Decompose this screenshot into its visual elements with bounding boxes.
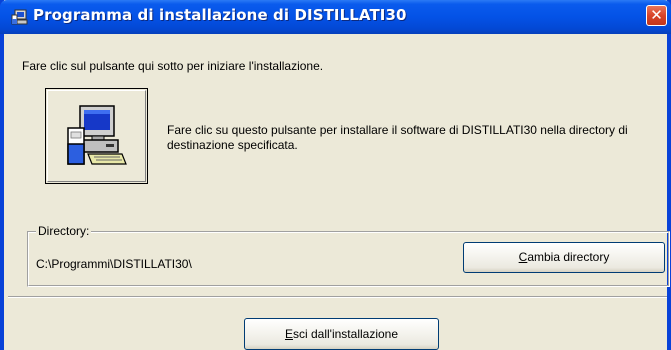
change-directory-mnemonic: C [518,250,528,264]
exit-setup-label: sci dall'installazione [293,327,399,341]
window-title: Programma di installazione di DISTILLATI… [33,6,407,24]
title-bar[interactable]: Programma di installazione di DISTILLATI… [0,0,671,34]
install-description: Fare clic su questo pulsante per install… [167,123,628,152]
close-icon: ✕ [650,6,663,24]
separator [8,296,667,298]
exit-setup-button[interactable]: Esci dall'installazione [244,318,439,350]
computer-setup-icon [67,105,127,165]
close-button[interactable]: ✕ [646,5,667,26]
setup-window: Programma di installazione di DISTILLATI… [0,0,671,350]
setup-app-icon [11,9,28,25]
exit-setup-mnemonic: E [284,327,293,341]
change-directory-button[interactable]: Cambia directory [463,242,665,273]
change-directory-label: ambia directory [527,250,610,264]
instruction-text: Fare clic sul pulsante qui sotto per ini… [22,59,324,73]
directory-path: C:\Programmi\DISTILLATI30\ [36,257,192,271]
directory-label: Directory: [36,224,92,238]
install-button[interactable] [45,88,148,184]
